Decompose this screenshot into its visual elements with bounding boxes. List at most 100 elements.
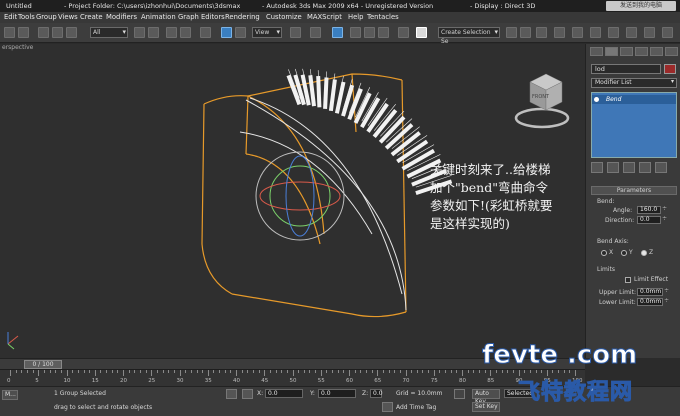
ruler-tick xyxy=(337,370,339,373)
render-setup-icon[interactable] xyxy=(590,27,601,38)
motion-tab-icon[interactable] xyxy=(635,47,648,56)
menu-tentacles[interactable]: Tentacles xyxy=(367,13,399,21)
modifier-stack[interactable]: Bend xyxy=(591,92,677,158)
maxscript-listener-button[interactable]: M... xyxy=(2,390,18,400)
direction-spinner[interactable]: 0.0 xyxy=(637,216,667,224)
axis-z-radio[interactable] xyxy=(641,250,647,256)
ref-coord-dropdown[interactable]: View xyxy=(252,27,282,38)
ruler-tick-label: 40 xyxy=(233,378,240,384)
scale-icon[interactable] xyxy=(235,27,246,38)
menu-modifiers[interactable]: Modifiers xyxy=(106,13,137,21)
ruler-tick-label: 75 xyxy=(430,378,438,384)
percent-snap-icon[interactable] xyxy=(364,27,375,38)
menu-views[interactable]: Views xyxy=(58,13,78,21)
time-tag-icon[interactable] xyxy=(382,402,393,412)
show-end-result-icon[interactable] xyxy=(607,162,619,173)
menu-group[interactable]: Group xyxy=(36,13,57,21)
select-by-name-icon[interactable] xyxy=(148,27,159,38)
select-link-icon[interactable] xyxy=(38,27,49,38)
annotation-line-1: 关键时刻来了..给楼梯 xyxy=(430,162,551,177)
window-crossing-icon[interactable] xyxy=(180,27,191,38)
create-tab-icon[interactable] xyxy=(590,47,603,56)
bind-space-warp-icon[interactable] xyxy=(66,27,77,38)
perspective-viewport[interactable]: erspective FRONT 关键时刻来了..给楼梯 加个"bend"弯曲命… xyxy=(0,44,585,358)
unlink-icon[interactable] xyxy=(52,27,63,38)
ruler-tick xyxy=(473,370,475,373)
modify-tab-icon[interactable] xyxy=(605,47,618,56)
viewcube[interactable]: FRONT xyxy=(514,73,570,129)
spinner-snap-icon[interactable] xyxy=(378,27,389,38)
ruler-tick xyxy=(72,370,74,373)
snaps-toggle-icon[interactable] xyxy=(332,27,343,38)
menu-create[interactable]: Create xyxy=(80,13,103,21)
stack-item-bend[interactable]: Bend xyxy=(592,95,676,104)
ruler-tick xyxy=(32,370,34,373)
activeshade-icon[interactable] xyxy=(662,27,673,38)
limit-effect-checkbox[interactable] xyxy=(625,277,631,283)
ruler-tick xyxy=(326,370,328,373)
render-frame-icon[interactable] xyxy=(608,27,619,38)
schematic-view-icon[interactable] xyxy=(554,27,565,38)
rotate-icon[interactable] xyxy=(221,27,232,38)
menu-help[interactable]: Help xyxy=(348,13,364,21)
lower-limit-spinner[interactable]: 0.0mm xyxy=(637,298,669,306)
curve-editor-icon[interactable] xyxy=(536,27,547,38)
angle-snap-icon[interactable] xyxy=(350,27,361,38)
mirror-icon[interactable] xyxy=(416,27,427,38)
redo-icon[interactable] xyxy=(18,27,29,38)
material-editor-icon[interactable] xyxy=(572,27,583,38)
menu-maxscript[interactable]: MAXScript xyxy=(307,13,342,21)
menu-rendering[interactable]: Rendering xyxy=(225,13,260,21)
prompt-line: drag to select and rotate objects xyxy=(54,404,153,411)
key-icon[interactable] xyxy=(454,389,465,399)
parameters-rollout-header[interactable]: Parameters xyxy=(591,186,677,195)
menu-edit[interactable]: Edit xyxy=(4,13,17,21)
time-slider-thumb[interactable]: 0 / 100 xyxy=(24,360,62,369)
undo-icon[interactable] xyxy=(4,27,15,38)
menu-animation[interactable]: Animation xyxy=(141,13,176,21)
bend-gizmo[interactable] xyxy=(201,73,407,318)
ruler-tick xyxy=(26,370,28,373)
select-object-icon[interactable] xyxy=(134,27,145,38)
named-selection-dropdown[interactable]: Create Selection Se xyxy=(438,27,500,45)
upper-limit-spinner[interactable]: 0.0mm xyxy=(637,288,669,296)
menu-customize[interactable]: Customize xyxy=(266,13,302,21)
manipulate-icon[interactable] xyxy=(310,27,321,38)
object-color-swatch[interactable] xyxy=(664,64,676,74)
axis-y-radio[interactable] xyxy=(621,250,627,256)
layer-manager-icon[interactable] xyxy=(520,27,531,38)
remove-modifier-icon[interactable] xyxy=(639,162,651,173)
rect-selection-icon[interactable] xyxy=(166,27,177,38)
lock-selection-icon[interactable] xyxy=(226,389,237,399)
add-time-tag[interactable]: Add Time Tag xyxy=(396,404,436,411)
pivot-center-icon[interactable] xyxy=(290,27,301,38)
menu-tools[interactable]: Tools xyxy=(18,13,35,21)
lightbulb-icon[interactable] xyxy=(594,97,599,102)
modifier-list-dropdown[interactable]: Modifier List xyxy=(591,78,677,88)
move-icon[interactable] xyxy=(200,27,211,38)
y-coordinate-field[interactable]: 0.0 xyxy=(318,389,356,398)
make-unique-icon[interactable] xyxy=(623,162,635,173)
ruler-tick xyxy=(258,370,260,373)
rotate-gizmo[interactable] xyxy=(255,151,345,241)
send-to-pc-badge[interactable]: 发送到我的电脑 xyxy=(606,1,676,11)
ruler-tick xyxy=(298,370,300,373)
pin-stack-icon[interactable] xyxy=(591,162,603,173)
quick-render-icon[interactable] xyxy=(626,27,637,38)
display-tab-icon[interactable] xyxy=(650,47,663,56)
x-coordinate-field[interactable]: 0.0 xyxy=(265,389,303,398)
configure-sets-icon[interactable] xyxy=(655,162,667,173)
edit-named-selection-icon[interactable] xyxy=(398,27,409,38)
z-coordinate-field[interactable]: 0.0 xyxy=(370,389,383,398)
angle-spinner[interactable]: 160.0 xyxy=(637,206,667,214)
hierarchy-tab-icon[interactable] xyxy=(620,47,633,56)
stack-item-label: Bend xyxy=(606,96,622,103)
teapot-render-icon[interactable] xyxy=(644,27,655,38)
object-name-field[interactable]: lod xyxy=(591,64,661,74)
selection-filter-dropdown[interactable]: All xyxy=(90,27,128,38)
menu-graph-editors[interactable]: Graph Editors xyxy=(178,13,225,21)
axis-x-radio[interactable] xyxy=(601,250,607,256)
absolute-mode-icon[interactable] xyxy=(242,389,253,399)
align-icon[interactable] xyxy=(506,27,517,38)
utilities-tab-icon[interactable] xyxy=(665,47,678,56)
